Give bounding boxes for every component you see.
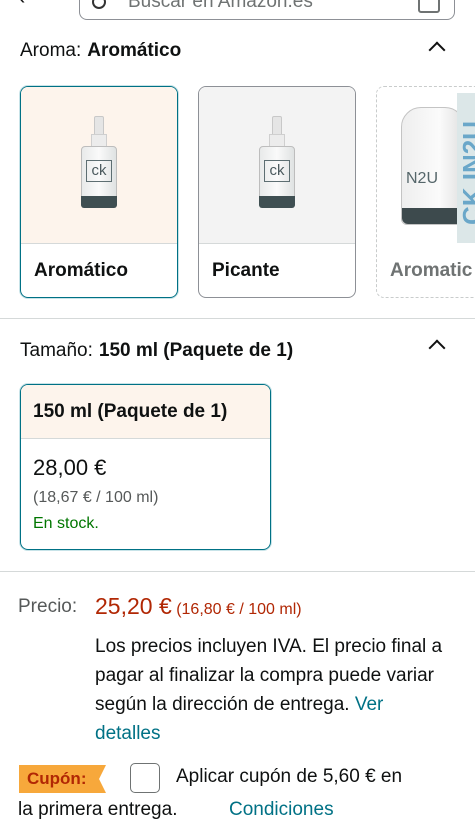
divider xyxy=(0,318,475,319)
price-label: Precio: xyxy=(18,596,78,617)
divider xyxy=(0,571,475,572)
pack-logo: CK IN2U xyxy=(457,121,475,226)
aroma-header[interactable]: Aroma: Aromático xyxy=(20,40,181,62)
aroma-label: Aroma: xyxy=(20,40,82,61)
price-unit: (16,80 € / 100 ml) xyxy=(176,601,302,618)
aroma-option-aromatic[interactable]: N2U CK IN2U Aromatic xyxy=(376,86,475,298)
size-header[interactable]: Tamaño: 150 ml (Paquete de 1) xyxy=(20,340,293,362)
chevron-up-icon[interactable] xyxy=(428,41,446,59)
stock-status: En stock. xyxy=(33,515,99,532)
price-value: 25,20 € (16,80 € / 100 ml) xyxy=(95,593,302,620)
chevron-up-icon[interactable] xyxy=(428,339,446,357)
search-icon xyxy=(92,0,106,9)
coupon-text: Aplicar cupón de 5,60 € en xyxy=(176,766,403,787)
price-amount: 25,20 € xyxy=(95,593,172,619)
size-label: Tamaño: xyxy=(20,340,93,361)
coupon-terms-link[interactable]: Condiciones xyxy=(229,799,334,821)
top-bar: ‹ Buscar en Amazon.es xyxy=(0,0,475,22)
coupon-badge: Cupón: xyxy=(19,765,106,793)
n2u-logo: N2U xyxy=(406,170,439,187)
search-input[interactable]: Buscar en Amazon.es xyxy=(79,0,455,20)
coupon-checkbox[interactable] xyxy=(130,763,160,793)
tax-note: Los precios incluyen IVA. El precio fina… xyxy=(95,632,445,748)
perfume-bottle-image: ck xyxy=(199,87,355,244)
size-option-card[interactable]: 150 ml (Paquete de 1) 28,00 € (18,67 € /… xyxy=(20,384,271,550)
camera-icon[interactable] xyxy=(418,0,440,13)
aroma-selected-value: Aromático xyxy=(87,40,182,61)
aroma-option-picante[interactable]: ck Picante xyxy=(198,86,356,298)
aroma-option-label: Picante xyxy=(212,260,280,281)
size-selected-value: 150 ml (Paquete de 1) xyxy=(98,340,294,361)
aroma-option-label: Aromatic xyxy=(390,260,473,281)
size-option-unit-price: (18,67 € / 100 ml) xyxy=(33,489,159,506)
size-option-title: 150 ml (Paquete de 1) xyxy=(21,385,270,439)
back-arrow-icon[interactable]: ‹ xyxy=(18,0,25,10)
perfume-pack-image: N2U CK IN2U xyxy=(377,87,475,244)
aroma-option-aromatico[interactable]: ck Aromático xyxy=(20,86,178,298)
coupon-text-continued: la primera entrega. xyxy=(18,799,178,820)
size-option-price: 28,00 € xyxy=(33,455,107,480)
ck-logo: ck xyxy=(86,160,112,182)
ck-logo: ck xyxy=(264,160,290,182)
perfume-bottle-image: ck xyxy=(21,87,177,244)
tax-note-text: Los precios incluyen IVA. El precio fina… xyxy=(95,636,443,715)
aroma-option-label: Aromático xyxy=(34,260,128,281)
search-placeholder: Buscar en Amazon.es xyxy=(128,0,313,12)
